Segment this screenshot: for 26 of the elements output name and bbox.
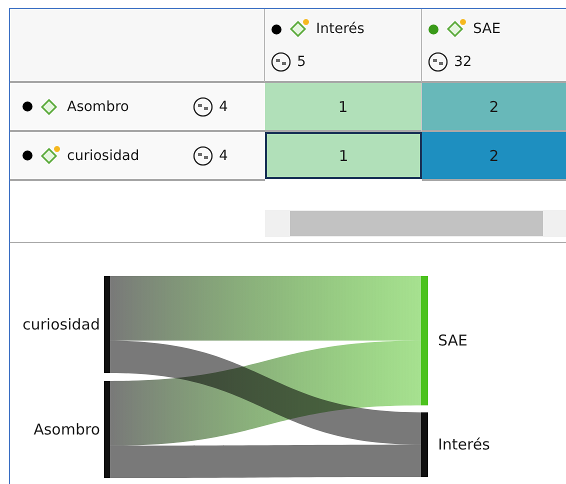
- table-cell[interactable]: 2: [422, 83, 566, 132]
- quotation-icon: [271, 52, 291, 72]
- row-header[interactable]: Asombro 4: [10, 83, 265, 132]
- row-title: Asombro: [67, 98, 130, 114]
- node-label: curiosidad: [22, 316, 100, 334]
- column-header[interactable]: Interés 5: [265, 9, 422, 83]
- quotation-count: 4: [219, 98, 228, 114]
- scrollbar-thumb[interactable]: [290, 211, 543, 236]
- quotation-icon: [193, 96, 213, 116]
- row-header[interactable]: curiosidad 4: [10, 132, 265, 181]
- column-title: SAE: [473, 21, 501, 37]
- horizontal-scrollbar[interactable]: [265, 210, 566, 237]
- quotation-count: 5: [297, 54, 306, 70]
- quotation-count: 32: [454, 54, 472, 70]
- quotation-count: 4: [219, 148, 228, 164]
- column-header[interactable]: SAE 32: [422, 9, 566, 83]
- node-label: Asombro: [34, 420, 100, 438]
- table-cell[interactable]: 2: [422, 132, 566, 181]
- table-cell[interactable]: 1: [265, 83, 422, 132]
- quotation-icon: [193, 146, 213, 166]
- row-title: curiosidad: [67, 148, 140, 164]
- column-title: Interés: [316, 21, 364, 37]
- quotation-icon: [428, 52, 448, 72]
- table-cell[interactable]: 1: [265, 132, 422, 179]
- node-label: SAE: [438, 332, 468, 350]
- node-label: Interés: [438, 436, 490, 454]
